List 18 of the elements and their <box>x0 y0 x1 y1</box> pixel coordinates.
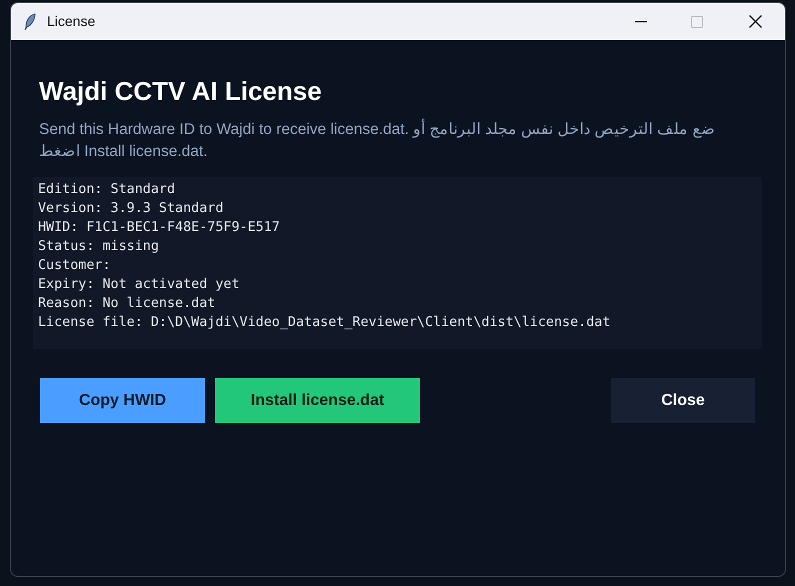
info-line: Status: missing <box>38 238 160 256</box>
close-icon <box>748 15 762 28</box>
copy-hwid-button[interactable]: Copy HWID <box>40 378 205 423</box>
info-line: Edition: Standard <box>38 181 176 199</box>
dialog-heading: Wajdi CCTV AI License <box>39 75 323 107</box>
info-line: HWID: F1C1-BEC1-F48E-75F9-E517 <box>38 219 281 237</box>
info-line: Customer: <box>38 257 112 275</box>
minimize-icon <box>635 20 647 22</box>
info-line: Version: 3.9.3 Standard <box>38 200 224 218</box>
info-line: Expiry: Not activated yet <box>38 276 241 294</box>
install-license-button[interactable]: Install license.dat <box>215 378 420 423</box>
info-line: License file: D:\D\Wajdi\Video_Dataset_Reviewer\Client\dist\license.dat <box>38 314 612 332</box>
instructions-text: Send this Hardware ID to Wajdi to receive license.dat. ضع ملف الترخيص داخل نفس مجلد البرنامج أو اضغط Install license.dat. <box>39 119 739 163</box>
maximize-icon <box>691 16 703 28</box>
info-line: Reason: No license.dat <box>38 295 216 313</box>
window-title: License <box>47 12 96 31</box>
feather-icon <box>24 12 36 30</box>
close-button[interactable]: Close <box>611 378 755 423</box>
